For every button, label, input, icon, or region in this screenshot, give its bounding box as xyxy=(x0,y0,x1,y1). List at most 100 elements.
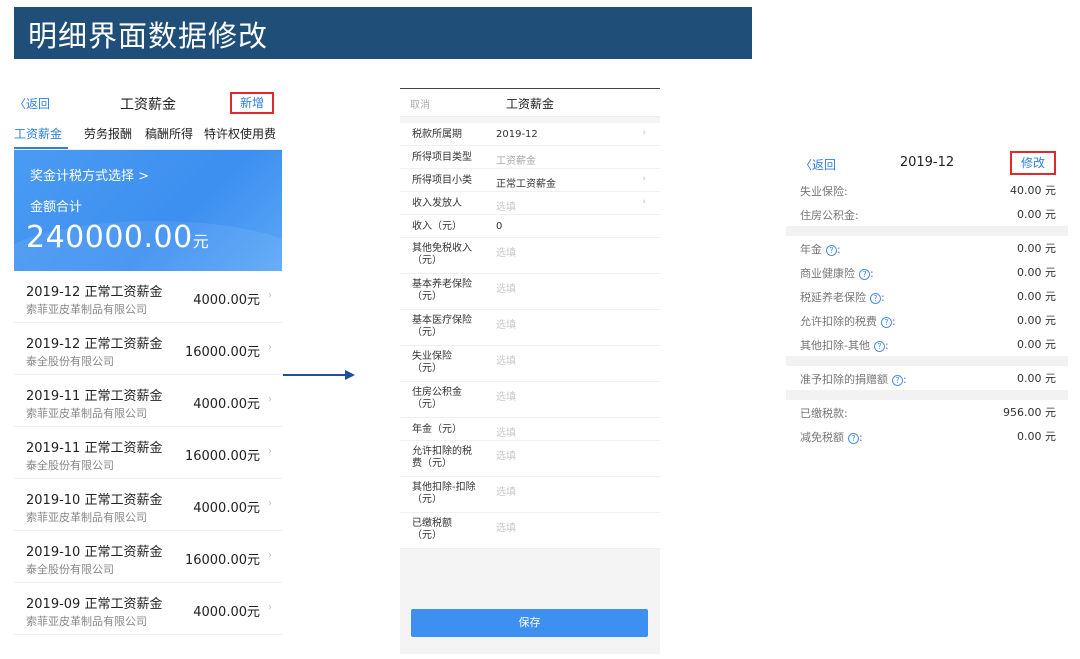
chevron-right-icon: › xyxy=(642,174,646,184)
form-row[interactable]: 收入发放人 选填 › xyxy=(400,192,660,215)
salary-list-item[interactable]: 2019-10 正常工资薪金 索菲亚皮革制品有限公司 4000.00元 › xyxy=(14,479,282,531)
salary-list-item[interactable]: 2019-11 正常工资薪金 索菲亚皮革制品有限公司 4000.00元 › xyxy=(14,375,282,427)
salary-list: 2019-12 正常工资薪金 索菲亚皮革制品有限公司 4000.00元 › 2019-1… xyxy=(14,271,282,635)
detail-label-text: 准予扣除的捐赠额 xyxy=(800,373,888,386)
item-amount: 16000.00元 xyxy=(184,553,260,568)
edit-button[interactable]: 修改 xyxy=(1010,151,1056,175)
detail-row: 准予扣除的捐赠额?: 0.00 元 xyxy=(786,366,1068,390)
question-circle-icon[interactable]: ? xyxy=(873,341,885,352)
chevron-right-icon: › xyxy=(642,128,646,138)
field-value[interactable]: 选填 xyxy=(496,519,516,534)
field-label: 其他扣除-扣除 （元） xyxy=(412,482,476,505)
form-row[interactable]: 所得项目小类 正常工资薪金 › xyxy=(400,169,660,192)
form-row[interactable]: 年金（元） 选填 xyxy=(400,418,660,441)
detail-label-text: 商业健康险 xyxy=(800,267,855,280)
detail-value: 0.00 元 xyxy=(1017,208,1056,221)
form-row[interactable]: 其他扣除-扣除 （元） 选填 xyxy=(400,477,660,513)
form-row[interactable]: 住房公积金 （元） 选填 xyxy=(400,382,660,418)
form-row[interactable]: 基本养老保险 （元） 选填 xyxy=(400,274,660,310)
right-arrow-icon xyxy=(283,370,355,380)
salary-list-item[interactable]: 2019-10 正常工资薪金 泰全股份有限公司 16000.00元 › xyxy=(14,531,282,583)
tab-license[interactable]: 特许权使用费 xyxy=(204,125,276,142)
item-title: 2019-10 正常工资薪金 xyxy=(26,545,163,560)
total-unit: 元 xyxy=(192,232,210,251)
banner-title: 明细界面数据修改 xyxy=(28,19,269,53)
detail-value: 0.00 元 xyxy=(1017,314,1056,327)
detail-value: 0.00 元 xyxy=(1017,430,1056,443)
field-value[interactable]: 选填 xyxy=(496,388,516,403)
detail-label: 商业健康险?: xyxy=(800,267,874,280)
field-label: 收入发放人 xyxy=(412,198,462,209)
field-value[interactable]: 2019-12 xyxy=(496,129,538,140)
detail-label: 年金?: xyxy=(800,243,841,256)
salary-list-item[interactable]: 2019-09 正常工资薪金 索菲亚皮革制品有限公司 4000.00元 › xyxy=(14,583,282,635)
question-circle-icon[interactable]: ? xyxy=(859,269,870,280)
form-row[interactable]: 失业保险 （元） 选填 xyxy=(400,346,660,382)
bonus-method-link[interactable]: 奖金计税方式选择 > xyxy=(30,165,149,184)
field-value[interactable]: 选填 xyxy=(496,483,516,498)
form-row[interactable]: 收入（元） 0 xyxy=(400,215,660,238)
form-row[interactable]: 其他免税收入 （元） 选填 xyxy=(400,238,660,274)
detail-list: 失业保险: 40.00 元住房公积金: 0.00 元年金?:0.00 元商业健康险?… xyxy=(786,178,1068,448)
field-value[interactable]: 选填 xyxy=(496,244,516,259)
field-label: 所得项目小类 xyxy=(412,175,472,186)
item-title: 2019-11 正常工资薪金 xyxy=(26,389,163,404)
field-label: 基本养老保险 （元） xyxy=(412,279,472,302)
salary-detail-screen: 〈返回 2019-12 修改 失业保险: 40.00 元住房公积金: 0.00 元年… xyxy=(786,148,1068,516)
form-row[interactable]: 税款所属期 2019-12 › xyxy=(400,123,660,146)
salary-list-item[interactable]: 2019-11 正常工资薪金 泰全股份有限公司 16000.00元 › xyxy=(14,427,282,479)
nav-bar: 取消 工资薪金 xyxy=(400,89,660,117)
chevron-right-icon: › xyxy=(268,446,272,457)
edit-form: 税款所属期 2019-12 › 所得项目类型 工资薪金 所得项目小类 正常工资薪金 › 收入发放… xyxy=(400,123,660,549)
field-value[interactable]: 工资薪金 xyxy=(496,152,536,167)
detail-row: 住房公积金: 0.00 元 xyxy=(786,202,1068,226)
tab-royalty[interactable]: 稿酬所得 xyxy=(145,125,193,142)
detail-value: 0.00 元 xyxy=(1017,242,1056,255)
field-value[interactable]: 选填 xyxy=(496,424,516,439)
item-amount: 4000.00元 xyxy=(193,293,260,308)
tab-labor[interactable]: 劳务报酬 xyxy=(84,125,132,142)
form-row[interactable]: 允许扣除的税 费（元） 选填 xyxy=(400,441,660,477)
form-row[interactable]: 已缴税额 （元） 选填 xyxy=(400,513,660,549)
field-value[interactable]: 选填 xyxy=(496,198,516,213)
add-button[interactable]: 新增 xyxy=(230,92,274,114)
field-label: 所得项目类型 xyxy=(412,152,472,163)
item-title: 2019-10 正常工资薪金 xyxy=(26,493,163,508)
field-value[interactable]: 选填 xyxy=(496,352,516,367)
item-company: 索菲亚皮革制品有限公司 xyxy=(26,303,147,316)
question-circle-icon[interactable]: ? xyxy=(826,245,837,256)
question-circle-icon[interactable]: ? xyxy=(892,375,903,386)
chevron-right-icon: › xyxy=(268,394,272,405)
section-divider xyxy=(786,356,1068,366)
question-circle-icon[interactable]: ? xyxy=(848,433,859,444)
chevron-right-icon: › xyxy=(268,342,272,353)
detail-value: 40.00 元 xyxy=(1010,184,1056,197)
salary-list-screen: 〈返回 工资薪金 新增 工资薪金 劳务报酬 稿酬所得 特许权使用费 奖金计税方式… xyxy=(14,88,282,654)
detail-value: 0.00 元 xyxy=(1017,266,1056,279)
detail-label-text: 年金 xyxy=(800,243,822,256)
field-value[interactable]: 正常工资薪金 xyxy=(496,175,556,190)
form-row[interactable]: 所得项目类型 工资薪金 xyxy=(400,146,660,169)
question-circle-icon[interactable]: ? xyxy=(870,293,881,304)
detail-label-text: 减免税额 xyxy=(800,431,844,444)
field-label: 收入（元） xyxy=(412,221,462,232)
item-amount: 16000.00元 xyxy=(184,449,260,464)
field-value[interactable]: 选填 xyxy=(496,280,516,295)
detail-label-text: 失业保险: xyxy=(800,185,848,198)
form-row[interactable]: 基本医疗保险 （元） 选填 xyxy=(400,310,660,346)
detail-value: 0.00 元 xyxy=(1017,290,1056,303)
item-title: 2019-09 正常工资薪金 xyxy=(26,597,163,612)
salary-list-item[interactable]: 2019-12 正常工资薪金 索菲亚皮革制品有限公司 4000.00元 › xyxy=(14,271,282,323)
tab-salary[interactable]: 工资薪金 xyxy=(14,125,62,142)
salary-edit-form-screen: 取消 工资薪金 税款所属期 2019-12 › 所得项目类型 工资薪金 所得项目小类 正常工… xyxy=(400,88,660,654)
item-company: 索菲亚皮革制品有限公司 xyxy=(26,511,147,524)
field-value[interactable]: 0 xyxy=(496,221,502,232)
save-button[interactable]: 保存 xyxy=(411,609,648,637)
detail-row: 允许扣除的税费?: 0.00 元 xyxy=(786,308,1068,332)
field-label: 年金（元） xyxy=(412,424,462,435)
field-value[interactable]: 选填 xyxy=(496,316,516,331)
salary-list-item[interactable]: 2019-12 正常工资薪金 泰全股份有限公司 16000.00元 › xyxy=(14,323,282,375)
field-value[interactable]: 选填 xyxy=(496,447,516,462)
question-circle-icon[interactable]: ? xyxy=(881,317,892,328)
detail-row: 失业保险: 40.00 元 xyxy=(786,178,1068,202)
